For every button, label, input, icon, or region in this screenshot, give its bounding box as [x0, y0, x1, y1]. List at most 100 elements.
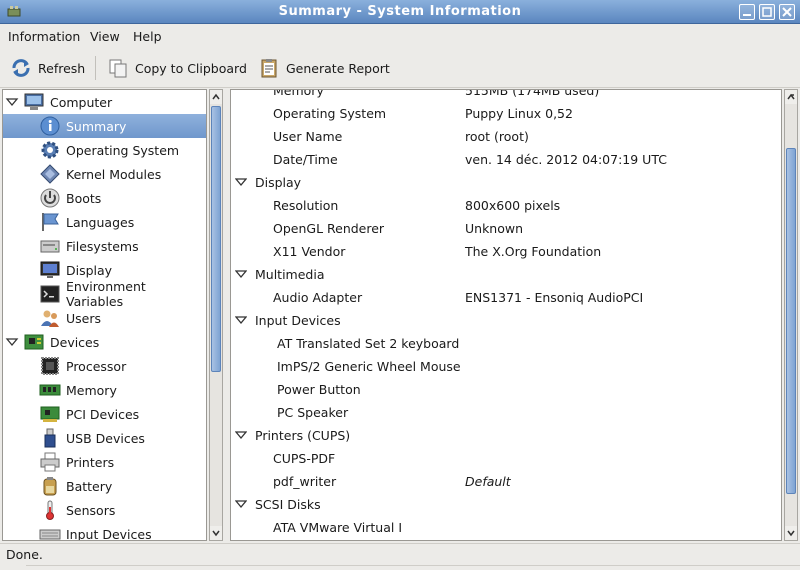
detail-row: X11 Vendor The X.Org Foundation — [231, 240, 781, 263]
tree-scrollbar[interactable] — [209, 89, 223, 541]
section-title: SCSI Disks — [255, 497, 321, 512]
tree-item-pci-devices[interactable]: PCI Devices — [3, 402, 206, 426]
details-scroll-up[interactable] — [785, 90, 797, 104]
tree-item-battery[interactable]: Battery — [3, 474, 206, 498]
generate-report-button[interactable]: Generate Report — [258, 56, 390, 80]
detail-key: Operating System — [273, 106, 387, 121]
pci-icon — [40, 406, 60, 422]
computer-icon — [24, 93, 44, 110]
details-scroll-down[interactable] — [785, 526, 797, 540]
tree-item-label: Memory — [66, 382, 117, 398]
tree-item-processor[interactable]: Processor — [3, 354, 206, 378]
section-header: Input Devices — [231, 309, 781, 332]
window-title: Summary - System Information — [278, 4, 522, 19]
tree-item-summary[interactable]: Summary — [3, 114, 206, 138]
tree-item-label: Environment Variables — [66, 279, 146, 309]
menu-information[interactable]: Information — [8, 29, 80, 44]
copy-icon — [109, 59, 127, 78]
tree-item-label: Summary — [66, 118, 127, 134]
detail-key: PC Speaker — [277, 405, 349, 420]
tree-item-input-devices[interactable]: Input Devices — [3, 522, 206, 541]
tree-scroll-up[interactable] — [210, 90, 222, 104]
details-panel[interactable]: Memory 515MB (174MB used) Operating System… — [230, 89, 782, 541]
tree-item-filesystems[interactable]: Filesystems — [3, 234, 206, 258]
refresh-icon — [12, 59, 30, 77]
tree-scroll-thumb[interactable] — [211, 106, 221, 372]
section-title: Display — [255, 175, 302, 190]
detail-row: User Name root (root) — [231, 125, 781, 148]
power-icon — [40, 188, 60, 208]
tree-item-users[interactable]: Users — [3, 306, 206, 330]
chevron-down-icon[interactable] — [235, 499, 247, 509]
detail-value: Puppy Linux 0,52 — [465, 106, 573, 121]
tree-item-label: Operating System — [66, 142, 180, 158]
tree-scroll-down[interactable] — [210, 526, 222, 540]
tree-item-label: Kernel Modules — [66, 166, 162, 182]
maximize-button[interactable] — [759, 4, 775, 20]
tree-item-label: Boots — [66, 190, 102, 206]
copy-label: Copy to Clipboard — [135, 60, 247, 76]
detail-value: Default — [465, 474, 511, 489]
chevron-up-icon — [787, 93, 795, 100]
printer-icon — [40, 452, 60, 472]
details-scrollbar[interactable] — [784, 89, 798, 541]
tree-item-boots[interactable]: Boots — [3, 186, 206, 210]
detail-row: CUPS-PDF — [231, 447, 781, 470]
detail-row: Date/Time ven. 14 déc. 2012 04:07:19 UTC — [231, 148, 781, 171]
info-icon — [40, 116, 60, 136]
detail-key: User Name — [273, 129, 343, 144]
detail-value: Unknown — [465, 221, 524, 236]
tree-item-sensors[interactable]: Sensors — [3, 498, 206, 522]
tree-item-label: Printers — [66, 454, 115, 470]
details-scroll-thumb[interactable] — [786, 148, 796, 494]
detail-key: AT Translated Set 2 keyboard — [277, 336, 460, 351]
usb-icon — [44, 428, 56, 448]
close-icon — [782, 7, 792, 17]
copy-to-clipboard-button[interactable]: Copy to Clipboard — [107, 56, 247, 80]
detail-key: Memory — [273, 89, 324, 98]
chevron-down-icon[interactable] — [235, 430, 247, 440]
detail-key: Audio Adapter — [273, 290, 363, 305]
tree-item-memory[interactable]: Memory — [3, 378, 206, 402]
tree-item-languages[interactable]: Languages — [3, 210, 206, 234]
tree-item-label: Display — [66, 262, 113, 278]
toolbar-separator — [95, 56, 96, 80]
tree-item-kernel-modules[interactable]: Kernel Modules — [3, 162, 206, 186]
detail-row: Memory 515MB (174MB used) — [231, 89, 781, 102]
refresh-button[interactable]: Refresh — [10, 56, 85, 80]
tree-item-label: Processor — [66, 358, 127, 374]
detail-key: ImPS/2 Generic Wheel Mouse — [277, 359, 461, 374]
tree-item-environment-variables[interactable]: Environment Variables — [3, 279, 206, 309]
tree-item-computer[interactable]: Computer — [3, 90, 206, 114]
detail-row: PC Speaker — [231, 401, 781, 424]
title-bar: Summary - System Information — [0, 0, 800, 24]
tree-item-label: Sensors — [66, 502, 116, 518]
chevron-down-icon[interactable] — [235, 315, 247, 325]
chevron-down-icon[interactable] — [5, 95, 19, 109]
chevron-down-icon[interactable] — [5, 335, 19, 349]
module-icon — [40, 164, 60, 184]
tree-item-label: Users — [66, 310, 102, 326]
section-title: Input Devices — [255, 313, 341, 328]
tree-item-label: Input Devices — [66, 526, 152, 541]
chevron-down-icon[interactable] — [235, 177, 247, 187]
tree-item-devices[interactable]: Devices — [3, 330, 206, 354]
chevron-down-icon[interactable] — [235, 269, 247, 279]
menu-view[interactable]: View — [90, 29, 120, 44]
terminal-icon — [40, 285, 60, 303]
detail-row: Audio Adapter ENS1371 - Ensoniq AudioPCI — [231, 286, 781, 309]
category-tree[interactable]: Computer Summary Operating System Kernel Mo… — [2, 89, 207, 541]
tree-item-operating-system[interactable]: Operating System — [3, 138, 206, 162]
tree-item-usb-devices[interactable]: USB Devices — [3, 426, 206, 450]
detail-row: ATA VMware Virtual I — [231, 516, 781, 539]
refresh-label: Refresh — [38, 60, 86, 76]
menu-help[interactable]: Help — [133, 29, 162, 44]
close-button[interactable] — [779, 4, 795, 20]
drive-icon — [40, 240, 60, 253]
section-title: Printers (CUPS) — [255, 428, 351, 443]
minimize-button[interactable] — [739, 4, 755, 20]
tree-item-printers[interactable]: Printers — [3, 450, 206, 474]
detail-key: pdf_writer — [273, 474, 337, 489]
detail-value: 515MB (174MB used) — [465, 89, 600, 98]
detail-row: AT Translated Set 2 keyboard — [231, 332, 781, 355]
